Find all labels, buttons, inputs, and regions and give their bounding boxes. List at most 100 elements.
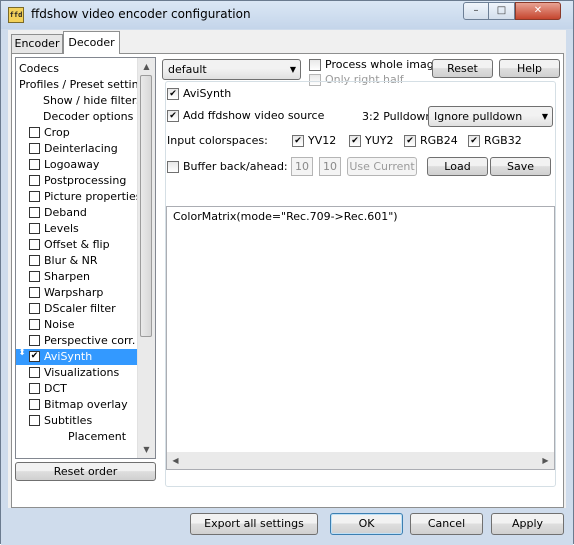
buffer-back-field[interactable]: 10 [291,157,313,176]
filter-checkbox[interactable] [29,367,40,378]
tree-item-visualizations[interactable]: Visualizations [29,365,139,381]
filter-tree[interactable]: Codecs Profiles / Preset settings Show /… [15,57,156,459]
filter-checkbox[interactable] [29,415,40,426]
filter-checkbox[interactable] [29,335,40,346]
app-icon: ffd [8,7,24,23]
tree-item-deband[interactable]: Deband [29,205,139,221]
tree-item-label: Deinterlacing [44,142,118,155]
filter-checkbox[interactable] [29,143,40,154]
tree-item-dscaler-filter[interactable]: DScaler filter [29,301,139,317]
tree-item-deinterlacing[interactable]: Deinterlacing [29,141,139,157]
tree-item-codecs[interactable]: Codecs [19,61,59,77]
tree-item-noise[interactable]: Noise [29,317,139,333]
filter-checkbox[interactable] [29,175,40,186]
scroll-right-arrow-icon[interactable]: ▶ [537,452,554,469]
filter-checkbox[interactable] [29,271,40,282]
cancel-button[interactable]: Cancel [410,513,483,535]
filter-checkbox[interactable] [29,207,40,218]
filter-checkbox[interactable] [29,239,40,250]
decoder-tab-panel: Codecs Profiles / Preset settings Show /… [11,53,564,508]
minimize-button[interactable]: – [463,2,489,20]
filter-checkbox[interactable] [29,319,40,330]
checkbox-box[interactable]: ✔ [167,110,179,122]
tree-item-decoder-options[interactable]: Decoder options [43,109,133,125]
tab-encoder[interactable]: Encoder [11,34,63,54]
window-title: ffdshow video encoder configuration [31,7,251,21]
checkbox-box[interactable]: ✔ [167,88,179,100]
script-text[interactable]: ColorMatrix(mode="Rec.709->Rec.601") [173,210,398,223]
use-current-button[interactable]: Use Current [347,157,417,176]
close-button[interactable]: ✕ [515,2,561,20]
script-editor[interactable]: ColorMatrix(mode="Rec.709->Rec.601") ◀ ▶ [166,206,555,470]
tree-item-label: Warpsharp [44,286,104,299]
script-hscrollbar[interactable]: ◀ ▶ [167,452,554,469]
pulldown-dropdown[interactable]: Ignore pulldown ▼ [428,106,553,127]
reorder-arrows-icon[interactable]: ⬍ [18,349,26,358]
tree-item-label: Perspective corr. [44,334,136,347]
tree-item-label: Subtitles [44,414,93,427]
tree-item-placement[interactable]: Placement [68,429,126,445]
apply-button[interactable]: Apply [491,513,564,535]
tree-item-label: AviSynth [44,350,93,363]
tree-item-label: Bitmap overlay [44,398,128,411]
tree-item-picture-properties[interactable]: Picture properties [29,189,142,205]
tree-item-perspective-corr[interactable]: Perspective corr. [29,333,139,349]
title-bar[interactable]: ffd ffdshow video encoder configuration … [1,1,573,29]
checkbox-box[interactable]: ✔ [404,135,416,147]
checkbox-label: YV12 [308,134,337,147]
filter-checkbox[interactable] [29,127,40,138]
group-label: AviSynth [183,87,232,100]
checkbox-label: RGB32 [484,134,522,147]
tree-item-sharpen[interactable]: Sharpen [29,269,139,285]
checkbox-box[interactable]: ✔ [468,135,480,147]
checkbox-box[interactable]: ✔ [349,135,361,147]
filter-checkbox[interactable] [29,223,40,234]
scroll-down-arrow-icon[interactable]: ▼ [138,441,155,458]
reset-button[interactable]: Reset [432,59,493,78]
filter-checkbox[interactable]: ✔ [29,351,40,362]
buffer-ahead-field[interactable]: 10 [319,157,341,176]
checkbox-box[interactable] [309,59,321,71]
tree-item-label: DCT [44,382,67,395]
tab-decoder[interactable]: Decoder [63,31,120,54]
tree-item-crop[interactable]: Crop [29,125,139,141]
scroll-left-arrow-icon[interactable]: ◀ [167,452,184,469]
tree-scrollbar[interactable]: ▲ ▼ [137,58,155,458]
tree-item-dct[interactable]: DCT [29,381,139,397]
save-button[interactable]: Save [490,157,551,176]
maximize-button[interactable]: □ [489,2,515,20]
scroll-thumb[interactable] [140,75,152,337]
ok-button[interactable]: OK [330,513,403,535]
export-all-settings-button[interactable]: Export all settings [190,513,318,535]
tree-item-subtitles[interactable]: Subtitles [29,413,139,429]
preset-dropdown[interactable]: default ▼ [162,59,301,80]
tree-item-label: Crop [44,126,70,139]
tree-item-label: Codecs [19,62,59,75]
filter-checkbox[interactable] [29,255,40,266]
tree-item-levels[interactable]: Levels [29,221,139,237]
tree-item-avisynth[interactable]: ⬍ ✔ AviSynth [16,349,139,365]
reset-order-button[interactable]: Reset order [15,462,156,481]
tree-item-warpsharp[interactable]: Warpsharp [29,285,139,301]
tree-item-show-hide-filters[interactable]: Show / hide filters [43,93,142,109]
tree-item-blur-nr[interactable]: Blur & NR [29,253,139,269]
filter-checkbox[interactable] [29,399,40,410]
tree-item-bitmap-overlay[interactable]: Bitmap overlay [29,397,139,413]
tree-item-label: Decoder options [43,110,134,123]
filter-checkbox[interactable] [29,287,40,298]
checkbox-box[interactable] [167,161,179,173]
help-button[interactable]: Help [499,59,560,78]
filter-checkbox[interactable] [29,303,40,314]
tree-item-offset-flip[interactable]: Offset & flip [29,237,139,253]
checkbox-box[interactable]: ✔ [292,135,304,147]
filter-checkbox[interactable] [29,191,40,202]
filter-checkbox[interactable] [29,383,40,394]
filter-checkbox[interactable] [29,159,40,170]
avisynth-enable-checkbox[interactable]: ✔ AviSynth [167,87,231,101]
tree-item-label: Picture properties [44,190,142,203]
scroll-up-arrow-icon[interactable]: ▲ [138,58,155,75]
tree-item-profiles[interactable]: Profiles / Preset settings [19,77,151,93]
tree-item-postprocessing[interactable]: Postprocessing [29,173,139,189]
load-button[interactable]: Load [427,157,488,176]
tree-item-logoaway[interactable]: Logoaway [29,157,139,173]
